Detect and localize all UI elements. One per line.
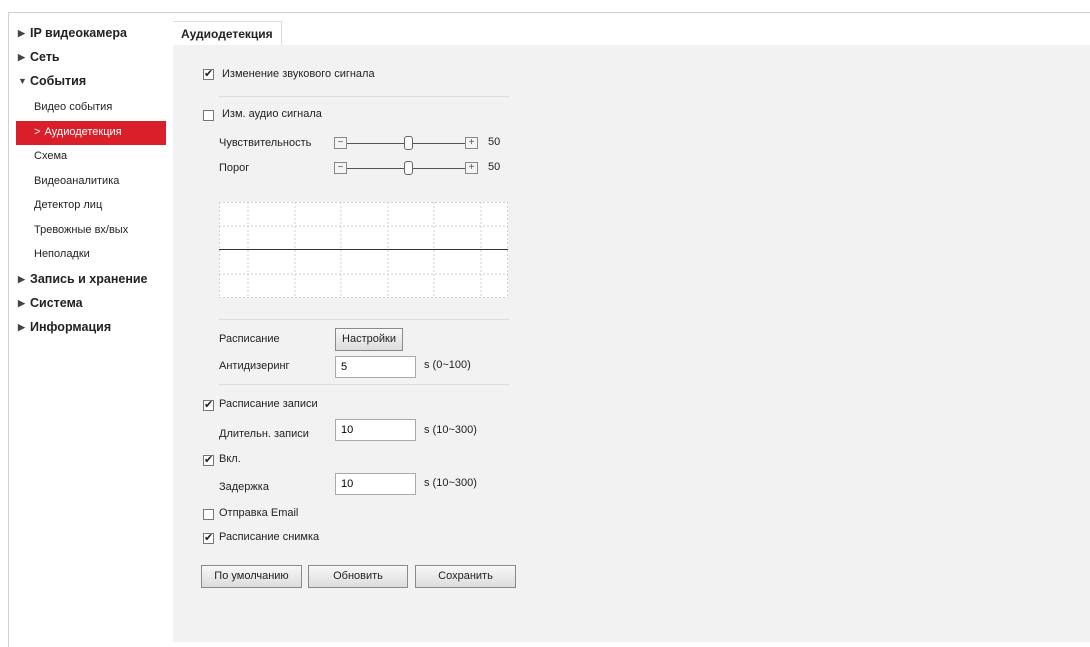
delay-input[interactable] [335, 473, 416, 495]
enable-checkbox[interactable] [203, 453, 214, 466]
sidebar-section-label: IP видеокамера [30, 26, 127, 40]
snapshot-schedule-checkbox[interactable] [203, 531, 214, 544]
sidebar-item-alarm-io[interactable]: Тревожные вх/вых [18, 219, 168, 244]
collapsed-arrow-icon: ▶ [18, 52, 25, 62]
save-button[interactable]: Сохранить [415, 565, 516, 588]
collapsed-arrow-icon: ▶ [18, 28, 25, 38]
antidither-label: Антидизеринг [219, 360, 290, 372]
plus-icon[interactable]: + [465, 162, 478, 174]
divider [219, 319, 509, 320]
sidebar-section-label: Сеть [30, 50, 60, 64]
sidebar-section-system[interactable]: ▶ Система [18, 294, 168, 318]
record-duration-label: Длительн. записи [219, 428, 309, 440]
sidebar-item-audio-detection[interactable]: > Аудиодетекция [16, 120, 166, 145]
tab-audio-detection[interactable]: Аудиодетекция [173, 21, 282, 46]
default-button[interactable]: По умолчанию [201, 565, 302, 588]
delay-range: s (10~300) [424, 477, 477, 489]
divider [219, 384, 509, 385]
tab-bar: Аудиодетекция [173, 21, 1090, 46]
record-duration-range: s (10~300) [424, 424, 477, 436]
plus-icon[interactable]: + [465, 137, 478, 149]
send-email-label: Отправка Email [219, 507, 299, 519]
collapsed-arrow-icon: ▶ [18, 273, 25, 284]
settings-panel [173, 45, 1090, 642]
send-email-checkbox[interactable] [203, 509, 214, 520]
sound-change-checkbox[interactable] [203, 67, 214, 80]
slider-thumb[interactable] [404, 161, 413, 175]
sensitivity-value: 50 [488, 136, 501, 148]
chevron-right-icon: > [34, 125, 41, 138]
audio-change-label: Изм. аудио сигнала [222, 108, 322, 120]
sidebar-item-video-events[interactable]: Видео события [18, 96, 168, 121]
audio-level-graph [219, 202, 508, 298]
sidebar-section-label: События [30, 74, 87, 88]
sidebar-section-label: Система [30, 295, 83, 310]
collapsed-arrow-icon: ▶ [18, 297, 25, 308]
record-duration-input[interactable] [335, 419, 416, 441]
sensitivity-slider[interactable]: − + [334, 136, 484, 151]
sidebar-item-faults[interactable]: Неполадки [18, 243, 168, 268]
sidebar: ▶ IP видеокамера ▶ Сеть ▼ События Видео соб… [16, 24, 168, 342]
sound-change-label: Изменение звукового сигнала [222, 68, 375, 80]
enable-label: Вкл. [219, 453, 241, 465]
sidebar-item-video-analytics[interactable]: Видеоаналитика [18, 170, 168, 195]
sidebar-item-scheme[interactable]: Схема [18, 145, 168, 170]
minus-icon[interactable]: − [334, 162, 347, 174]
sidebar-section-label: Информация [30, 319, 112, 334]
record-schedule-checkbox[interactable] [203, 398, 214, 411]
snapshot-schedule-label: Расписание снимка [219, 531, 320, 543]
antidither-range: s (0~100) [424, 359, 471, 371]
sidebar-section-recording[interactable]: ▶ Запись и хранение [18, 270, 168, 294]
sidebar-section-network[interactable]: ▶ Сеть [18, 48, 168, 72]
audio-graph-svg [219, 202, 508, 298]
threshold-slider[interactable]: − + [334, 161, 484, 176]
audio-change-checkbox[interactable] [203, 110, 214, 121]
delay-label: Задержка [219, 481, 269, 493]
sidebar-section-label: Запись и хранение [30, 271, 148, 286]
slider-thumb[interactable] [404, 136, 413, 150]
minus-icon[interactable]: − [334, 137, 347, 149]
sidebar-item-face-detector[interactable]: Детектор лиц [18, 194, 168, 219]
schedule-label: Расписание [219, 333, 280, 345]
refresh-button[interactable]: Обновить [308, 565, 408, 588]
sidebar-item-label: Аудиодетекция [44, 125, 122, 138]
sidebar-section-info[interactable]: ▶ Информация [18, 318, 168, 342]
sidebar-section-events[interactable]: ▼ События [18, 72, 168, 96]
schedule-settings-button[interactable]: Настройки [335, 328, 403, 351]
threshold-label: Порог [219, 162, 250, 174]
antidither-input[interactable] [335, 356, 416, 378]
record-schedule-label: Расписание записи [219, 398, 318, 410]
expanded-arrow-icon: ▼ [18, 76, 27, 86]
collapsed-arrow-icon: ▶ [18, 321, 25, 332]
sensitivity-label: Чувствительность [219, 137, 312, 149]
threshold-value: 50 [488, 161, 501, 173]
divider [219, 96, 509, 97]
sidebar-section-ip-camera[interactable]: ▶ IP видеокамера [18, 24, 168, 48]
